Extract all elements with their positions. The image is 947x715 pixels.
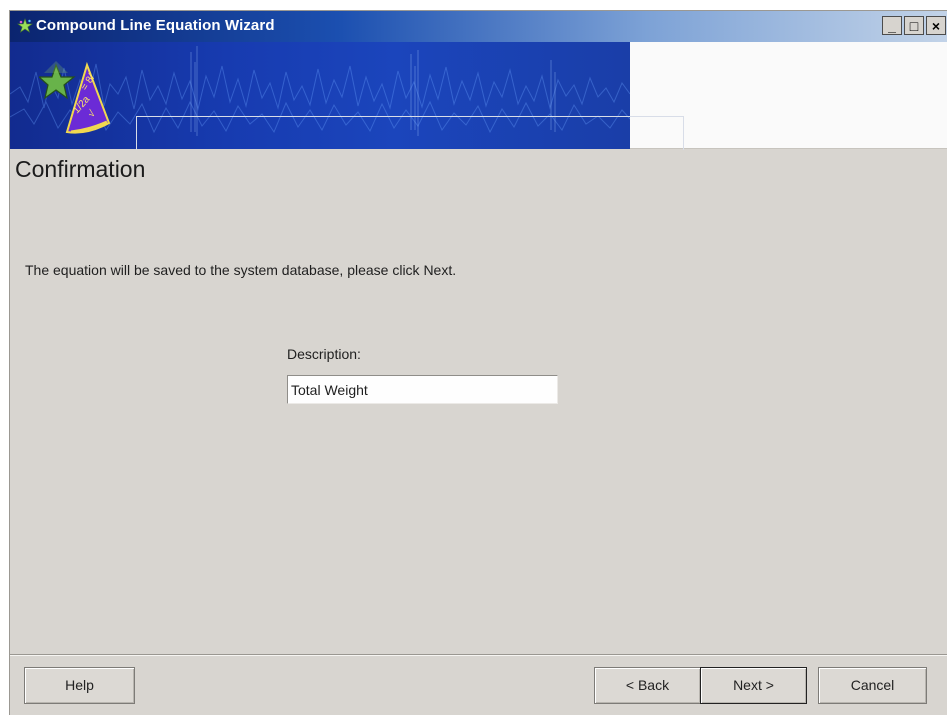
next-button[interactable]: Next > (700, 667, 807, 704)
window-title: Compound Line Equation Wizard (36, 17, 275, 34)
description-input[interactable] (287, 375, 558, 404)
footer-separator (10, 654, 947, 656)
confirmation-message: The equation will be saved to the system… (25, 262, 457, 278)
maximize-button[interactable]: □ (904, 16, 924, 35)
cancel-button[interactable]: Cancel (818, 667, 927, 704)
wizard-hat-icon: = 8/ 1/2a √ (39, 58, 119, 138)
minimize-button[interactable]: _ (882, 16, 902, 35)
window-controls: _ □ × (882, 16, 946, 35)
description-label: Description: (287, 346, 361, 362)
help-button[interactable]: Help (24, 667, 135, 704)
back-button[interactable]: < Back (594, 667, 701, 704)
page-title: Confirmation (15, 156, 146, 182)
banner-frame (136, 116, 684, 150)
wizard-banner: = 8/ 1/2a √ (10, 42, 947, 150)
title-bar[interactable]: Compound Line Equation Wizard _ □ × (10, 11, 947, 42)
app-wizard-icon (17, 18, 33, 34)
close-button[interactable]: × (926, 16, 946, 35)
wizard-window: Compound Line Equation Wizard _ □ × = 8/… (9, 10, 947, 715)
